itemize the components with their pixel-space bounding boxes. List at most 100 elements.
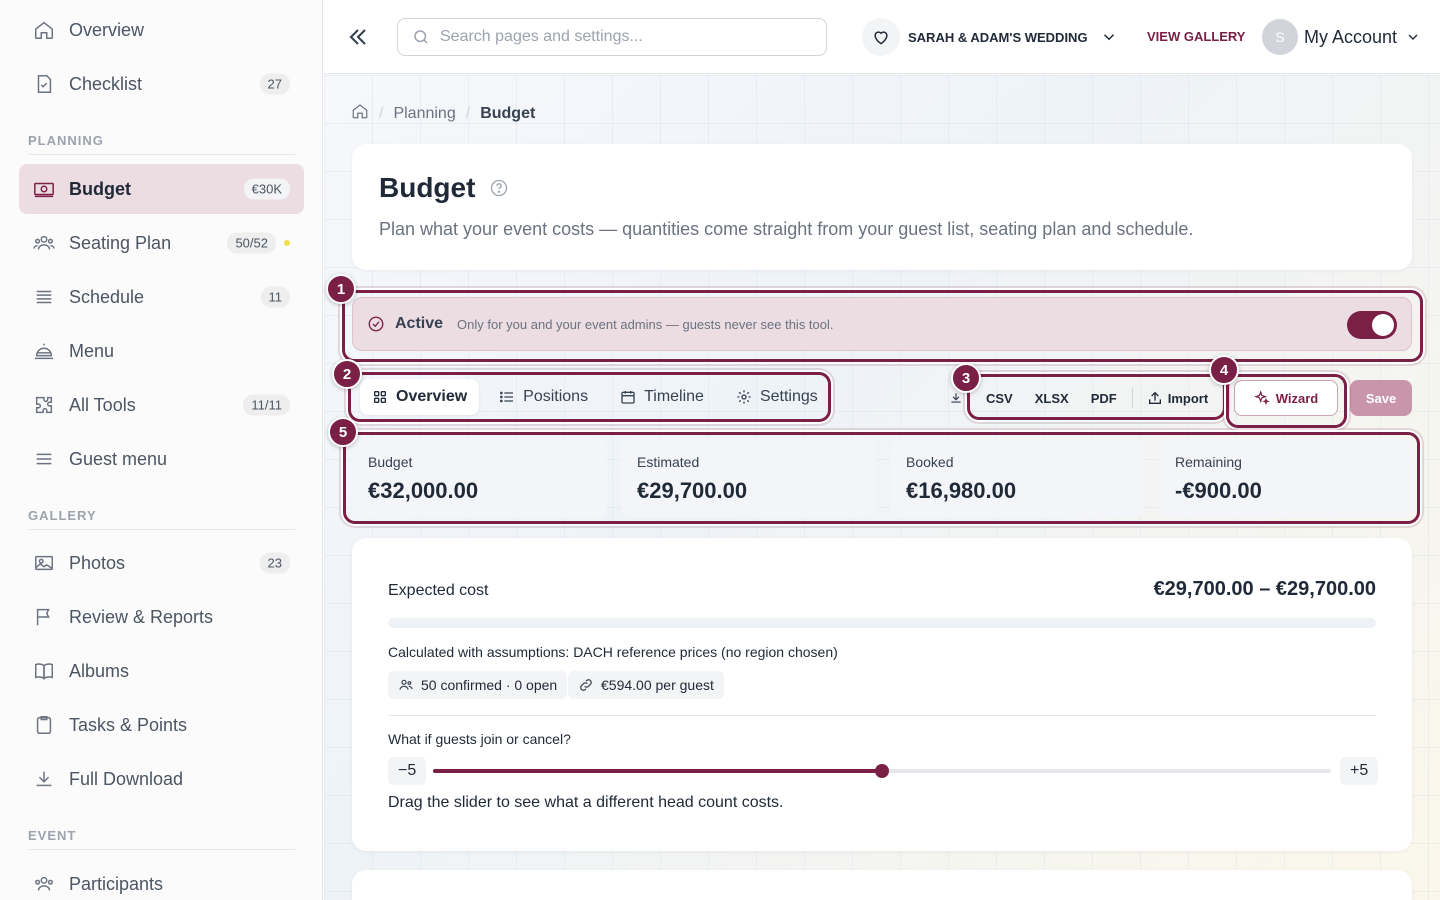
- count-badge: 11/11: [243, 394, 290, 416]
- kpi-label: Remaining: [1175, 454, 1242, 470]
- sidebar-item-photos[interactable]: Photos 23: [19, 538, 304, 588]
- topbar: SARAH & ADAM'S WEDDING VIEW GALLERY S My…: [324, 0, 1440, 74]
- chevron-down-icon: [1103, 34, 1114, 41]
- expected-cost-card: Expected cost €29,700.00 – €29,700.00 Ca…: [352, 538, 1412, 851]
- save-button[interactable]: Save: [1350, 380, 1412, 416]
- sidebar-item-guest-menu[interactable]: Guest menu: [19, 434, 304, 484]
- divider: [1131, 388, 1133, 408]
- annotation-number-1: 1: [326, 274, 356, 304]
- search-box[interactable]: [397, 18, 827, 56]
- count-badge: 27: [259, 73, 290, 95]
- wizard-button[interactable]: Wizard: [1234, 380, 1338, 416]
- help-icon[interactable]: [489, 178, 509, 198]
- sidebar-item-tasks-points[interactable]: Tasks & Points: [19, 700, 304, 750]
- view-gallery-link[interactable]: VIEW GALLERY: [1147, 29, 1245, 44]
- per-guest-chip: €594.00 per guest: [568, 671, 724, 699]
- count-badge: 23: [259, 552, 290, 574]
- gear-icon: [737, 390, 751, 404]
- annotation-number-5: 5: [328, 417, 358, 447]
- sidebar-item-label: Photos: [69, 552, 126, 573]
- import-label: Import: [1167, 390, 1209, 406]
- guest-count-slider[interactable]: [433, 764, 1331, 778]
- heart-icon: [862, 18, 900, 56]
- status-dot: [284, 240, 290, 246]
- kpi-value: -€900.00: [1175, 478, 1262, 503]
- breadcrumb-current: Budget: [480, 104, 536, 122]
- tab-settings[interactable]: Settings: [724, 379, 830, 415]
- sidebar-item-label: All Tools: [69, 394, 136, 415]
- sidebar-item-all-tools[interactable]: All Tools 11/11: [19, 380, 304, 430]
- next-card: [352, 870, 1412, 900]
- sidebar-item-checklist[interactable]: Checklist 27: [19, 59, 304, 109]
- tab-positions[interactable]: Positions: [487, 379, 600, 415]
- slider-max-label: +5: [1340, 757, 1379, 785]
- page-subtitle: Plan what your event costs — quantities …: [379, 219, 1194, 239]
- divider: [28, 849, 295, 850]
- tab-timeline[interactable]: Timeline: [608, 379, 716, 415]
- annotation-number-2: 2: [332, 359, 362, 389]
- users-icon: [399, 679, 413, 690]
- tab-label: Overview: [396, 388, 468, 405]
- count-badge: 50/52: [227, 232, 276, 254]
- confirmed-chip: 50 confirmed · 0 open: [388, 671, 568, 699]
- tab-label: Settings: [759, 388, 818, 405]
- sidebar-item-label: Tasks & Points: [69, 714, 188, 735]
- chip-label: 50 confirmed · 0 open: [421, 677, 558, 693]
- kpi-label: Budget: [368, 454, 413, 470]
- kpi-label: Booked: [906, 454, 954, 470]
- account-menu[interactable]: S My Account: [1262, 18, 1421, 56]
- sidebar-item-review-reports[interactable]: Review & Reports: [19, 592, 304, 642]
- image-icon: [33, 552, 55, 574]
- sidebar-item-label: Full Download: [69, 768, 184, 789]
- search-input[interactable]: [440, 28, 810, 46]
- expected-cost-range: €29,700.00 – €29,700.00: [1153, 578, 1376, 600]
- sidebar-item-seating-plan[interactable]: Seating Plan 50/52: [19, 218, 304, 268]
- export-pdf-button[interactable]: PDF: [1080, 391, 1128, 406]
- tab-overview[interactable]: Overview: [360, 379, 480, 415]
- sidebar-item-overview[interactable]: Overview: [19, 5, 304, 55]
- sidebar-item-budget[interactable]: Budget €30K: [19, 164, 304, 214]
- what-if-label: What if guests join or cancel?: [388, 731, 571, 747]
- sidebar-item-label: Budget: [69, 178, 131, 199]
- export-group: CSV XLSX PDF Import: [949, 380, 1208, 416]
- active-toggle[interactable]: [1347, 311, 1397, 339]
- slider-thumb[interactable]: [875, 764, 889, 778]
- import-button[interactable]: Import: [1137, 390, 1208, 406]
- kpi-value: €16,980.00: [906, 478, 1017, 503]
- search-icon: [414, 30, 428, 44]
- sidebar-item-schedule[interactable]: Schedule 11: [19, 272, 304, 322]
- section-label-planning: PLANNING: [28, 133, 104, 148]
- slider-hint: Drag the slider to see what a different …: [388, 794, 784, 811]
- expected-cost-title: Expected cost: [388, 582, 489, 599]
- sidebar-item-menu[interactable]: Menu: [19, 326, 304, 376]
- sidebar-item-participants[interactable]: Participants: [19, 859, 304, 900]
- breadcrumb-planning[interactable]: Planning: [393, 105, 455, 123]
- flag-icon: [33, 606, 55, 628]
- list-icon: [33, 286, 55, 308]
- section-label-event: EVENT: [28, 828, 77, 843]
- event-switcher[interactable]: SARAH & ADAM'S WEDDING: [862, 18, 1118, 56]
- sidebar-item-label: Participants: [69, 873, 164, 894]
- kpi-remaining: Remaining -€900.00: [1159, 438, 1414, 518]
- kpi-booked: Booked €16,980.00: [890, 438, 1145, 518]
- checklist-icon: [33, 73, 55, 95]
- active-subtitle: Only for you and your event admins — gue…: [457, 316, 834, 332]
- divider: [28, 154, 295, 155]
- export-csv-button[interactable]: CSV: [975, 391, 1024, 406]
- sidebar-item-label: Guest menu: [69, 448, 168, 469]
- money-icon: [33, 178, 55, 200]
- home-icon[interactable]: [351, 102, 369, 125]
- download-icon: [33, 768, 55, 790]
- sidebar-item-full-download[interactable]: Full Download: [19, 754, 304, 804]
- sidebar-item-albums[interactable]: Albums: [19, 646, 304, 696]
- collapse-sidebar-button[interactable]: [344, 23, 372, 51]
- slider-min-label: −5: [388, 757, 427, 785]
- grid-icon: [374, 391, 386, 403]
- cloche-icon: [33, 340, 55, 362]
- export-xlsx-button[interactable]: XLSX: [1024, 391, 1080, 406]
- download-icon: [951, 393, 961, 403]
- chevron-down-icon: [1408, 34, 1418, 40]
- sidebar: Overview Checklist 27 PLANNING Budget €3…: [0, 0, 323, 900]
- page-title-text: Budget: [379, 172, 476, 203]
- link-icon: [580, 679, 592, 691]
